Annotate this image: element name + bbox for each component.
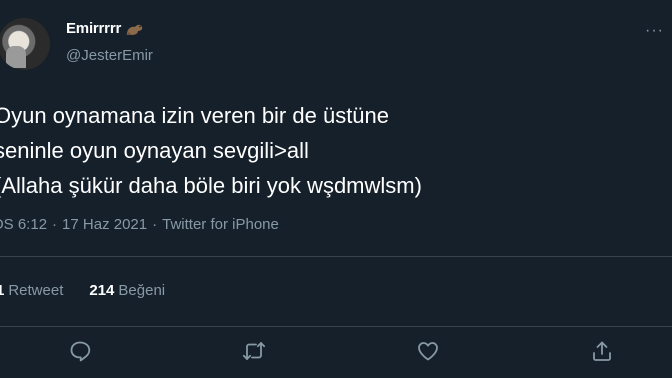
retweet-button[interactable] (239, 336, 269, 366)
engagement-stats: 1 Retweet 214 Beğeni (0, 282, 165, 299)
tweet-metadata: ÖS 6:12 · 17 Haz 2021 · Twitter for iPho… (0, 216, 279, 233)
like-label[interactable]: Beğeni (118, 282, 165, 299)
action-bar (0, 336, 672, 366)
meta-separator: · (152, 216, 158, 233)
divider (0, 326, 672, 327)
like-count[interactable]: 214 (89, 282, 114, 299)
tweet-source[interactable]: Twitter for iPhone (162, 216, 279, 233)
divider (0, 256, 672, 257)
more-options-icon[interactable]: ··· (645, 22, 664, 40)
seal-emoji-icon (124, 21, 144, 37)
share-icon (593, 341, 611, 361)
like-button[interactable] (413, 336, 443, 366)
avatar[interactable] (0, 18, 50, 70)
meta-separator: · (52, 216, 58, 233)
reply-icon (70, 341, 91, 362)
author-display-name[interactable]: Emirrrrr (66, 20, 121, 37)
reply-button[interactable] (65, 336, 95, 366)
author-name-row[interactable]: Emirrrrr (66, 20, 144, 37)
tweet-text-line: (Allaha şükür daha böle biri yok wşdmwls… (0, 173, 422, 198)
retweet-count[interactable]: 1 (0, 282, 4, 299)
tweet-text-line: seninle oyun oynayan sevgili>all (0, 138, 309, 163)
tweet-time[interactable]: ÖS 6:12 (0, 216, 47, 233)
author-handle[interactable]: @JesterEmir (66, 47, 153, 64)
tweet-text-line: Oyun oynamana izin veren bir de üstüne (0, 103, 390, 128)
retweet-label[interactable]: Retweet (8, 282, 63, 299)
retweet-icon (242, 342, 266, 360)
like-icon (418, 342, 438, 361)
tweet-text: Oyun oynamana izin veren bir de üstüne se… (0, 98, 422, 203)
share-button[interactable] (587, 336, 617, 366)
tweet-date[interactable]: 17 Haz 2021 (62, 216, 147, 233)
